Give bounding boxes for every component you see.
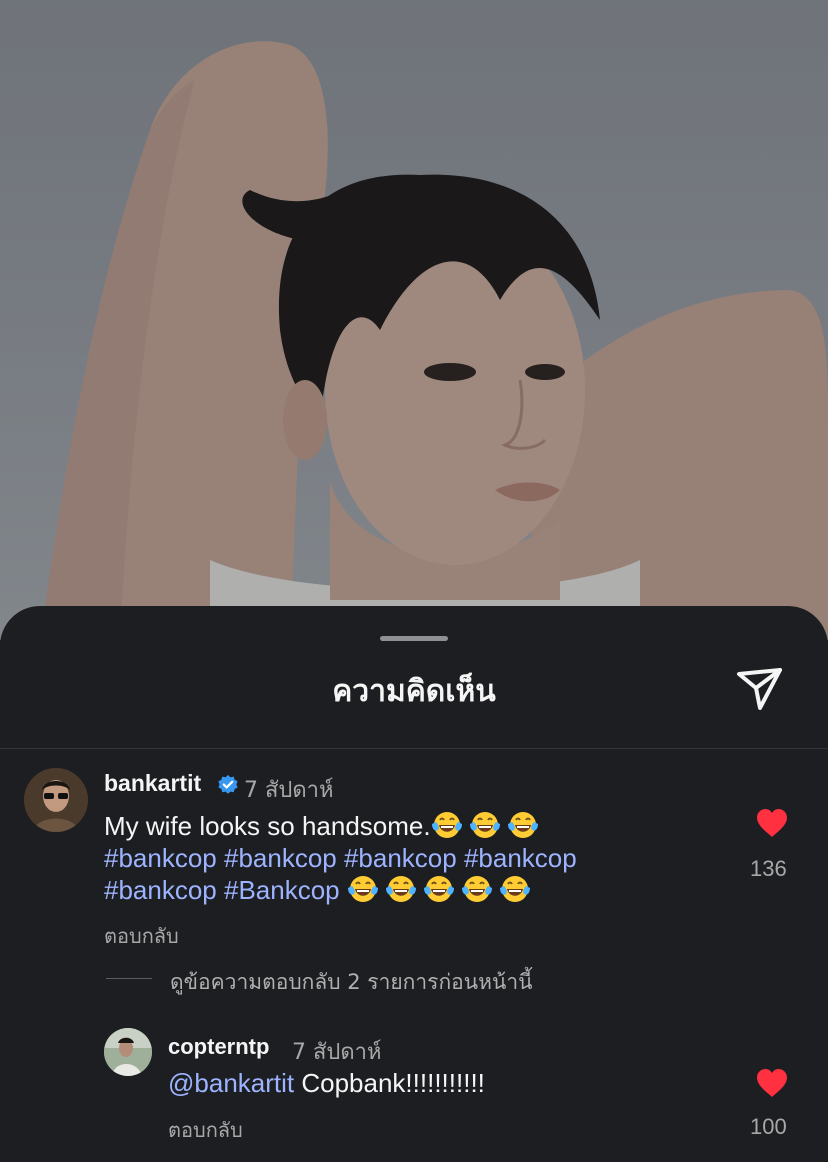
sheet-title: ความคิดเห็น	[332, 674, 496, 709]
heart-icon	[757, 809, 787, 837]
background-photo	[0, 0, 828, 640]
heart-icon	[757, 1069, 787, 1097]
thread-line	[106, 978, 152, 979]
reply-text: @bankartit Copbank!!!!!!!!!!!	[168, 1068, 485, 1099]
like-button[interactable]	[755, 808, 789, 838]
hashtags[interactable]: #bankcop #Bankcop	[104, 875, 340, 905]
tears-of-joy-emoji	[347, 874, 379, 904]
comment-text: My wife looks so handsome. #bankcop #ban…	[104, 810, 734, 906]
like-count: 136	[750, 856, 787, 881]
divider	[0, 748, 828, 749]
tears-of-joy-emoji	[507, 810, 539, 840]
tears-of-joy-emoji	[431, 810, 463, 840]
avatar[interactable]	[104, 1028, 152, 1076]
paper-plane-icon	[737, 668, 782, 710]
emoji-group	[347, 875, 537, 905]
view-replies-link[interactable]: ดูข้อความตอบกลับ 2 รายการก่อนหน้านี้	[170, 966, 532, 999]
reply-body: Copbank!!!!!!!!!!!	[301, 1068, 485, 1098]
reply-button[interactable]: ตอบกลับ	[104, 920, 179, 952]
comments-sheet: ความคิดเห็น bankartit 7 สัปดาห์ My wife …	[0, 606, 828, 1162]
verified-badge-icon	[217, 774, 239, 796]
reply-button[interactable]: ตอบกลับ	[168, 1114, 243, 1146]
tears-of-joy-emoji	[461, 874, 493, 904]
emoji-group	[431, 811, 545, 841]
share-button[interactable]	[734, 662, 786, 714]
tears-of-joy-emoji	[469, 810, 501, 840]
mention-link[interactable]: @bankartit	[168, 1068, 294, 1098]
tears-of-joy-emoji	[385, 874, 417, 904]
tears-of-joy-emoji	[423, 874, 455, 904]
comment-username[interactable]: bankartit	[104, 770, 201, 797]
like-count: 100	[750, 1114, 787, 1139]
comment-time: 7 สัปดาห์	[244, 778, 334, 803]
comment-body: My wife looks so handsome.	[104, 811, 431, 841]
drag-handle[interactable]	[380, 636, 448, 641]
reply-username[interactable]: copterntp	[168, 1034, 269, 1060]
tears-of-joy-emoji	[499, 874, 531, 904]
like-button[interactable]	[755, 1068, 789, 1098]
hashtags[interactable]: #bankcop #bankcop #bankcop #bankcop	[104, 843, 577, 873]
avatar[interactable]	[24, 768, 88, 832]
reply-time: 7 สัปดาห์	[292, 1040, 382, 1065]
